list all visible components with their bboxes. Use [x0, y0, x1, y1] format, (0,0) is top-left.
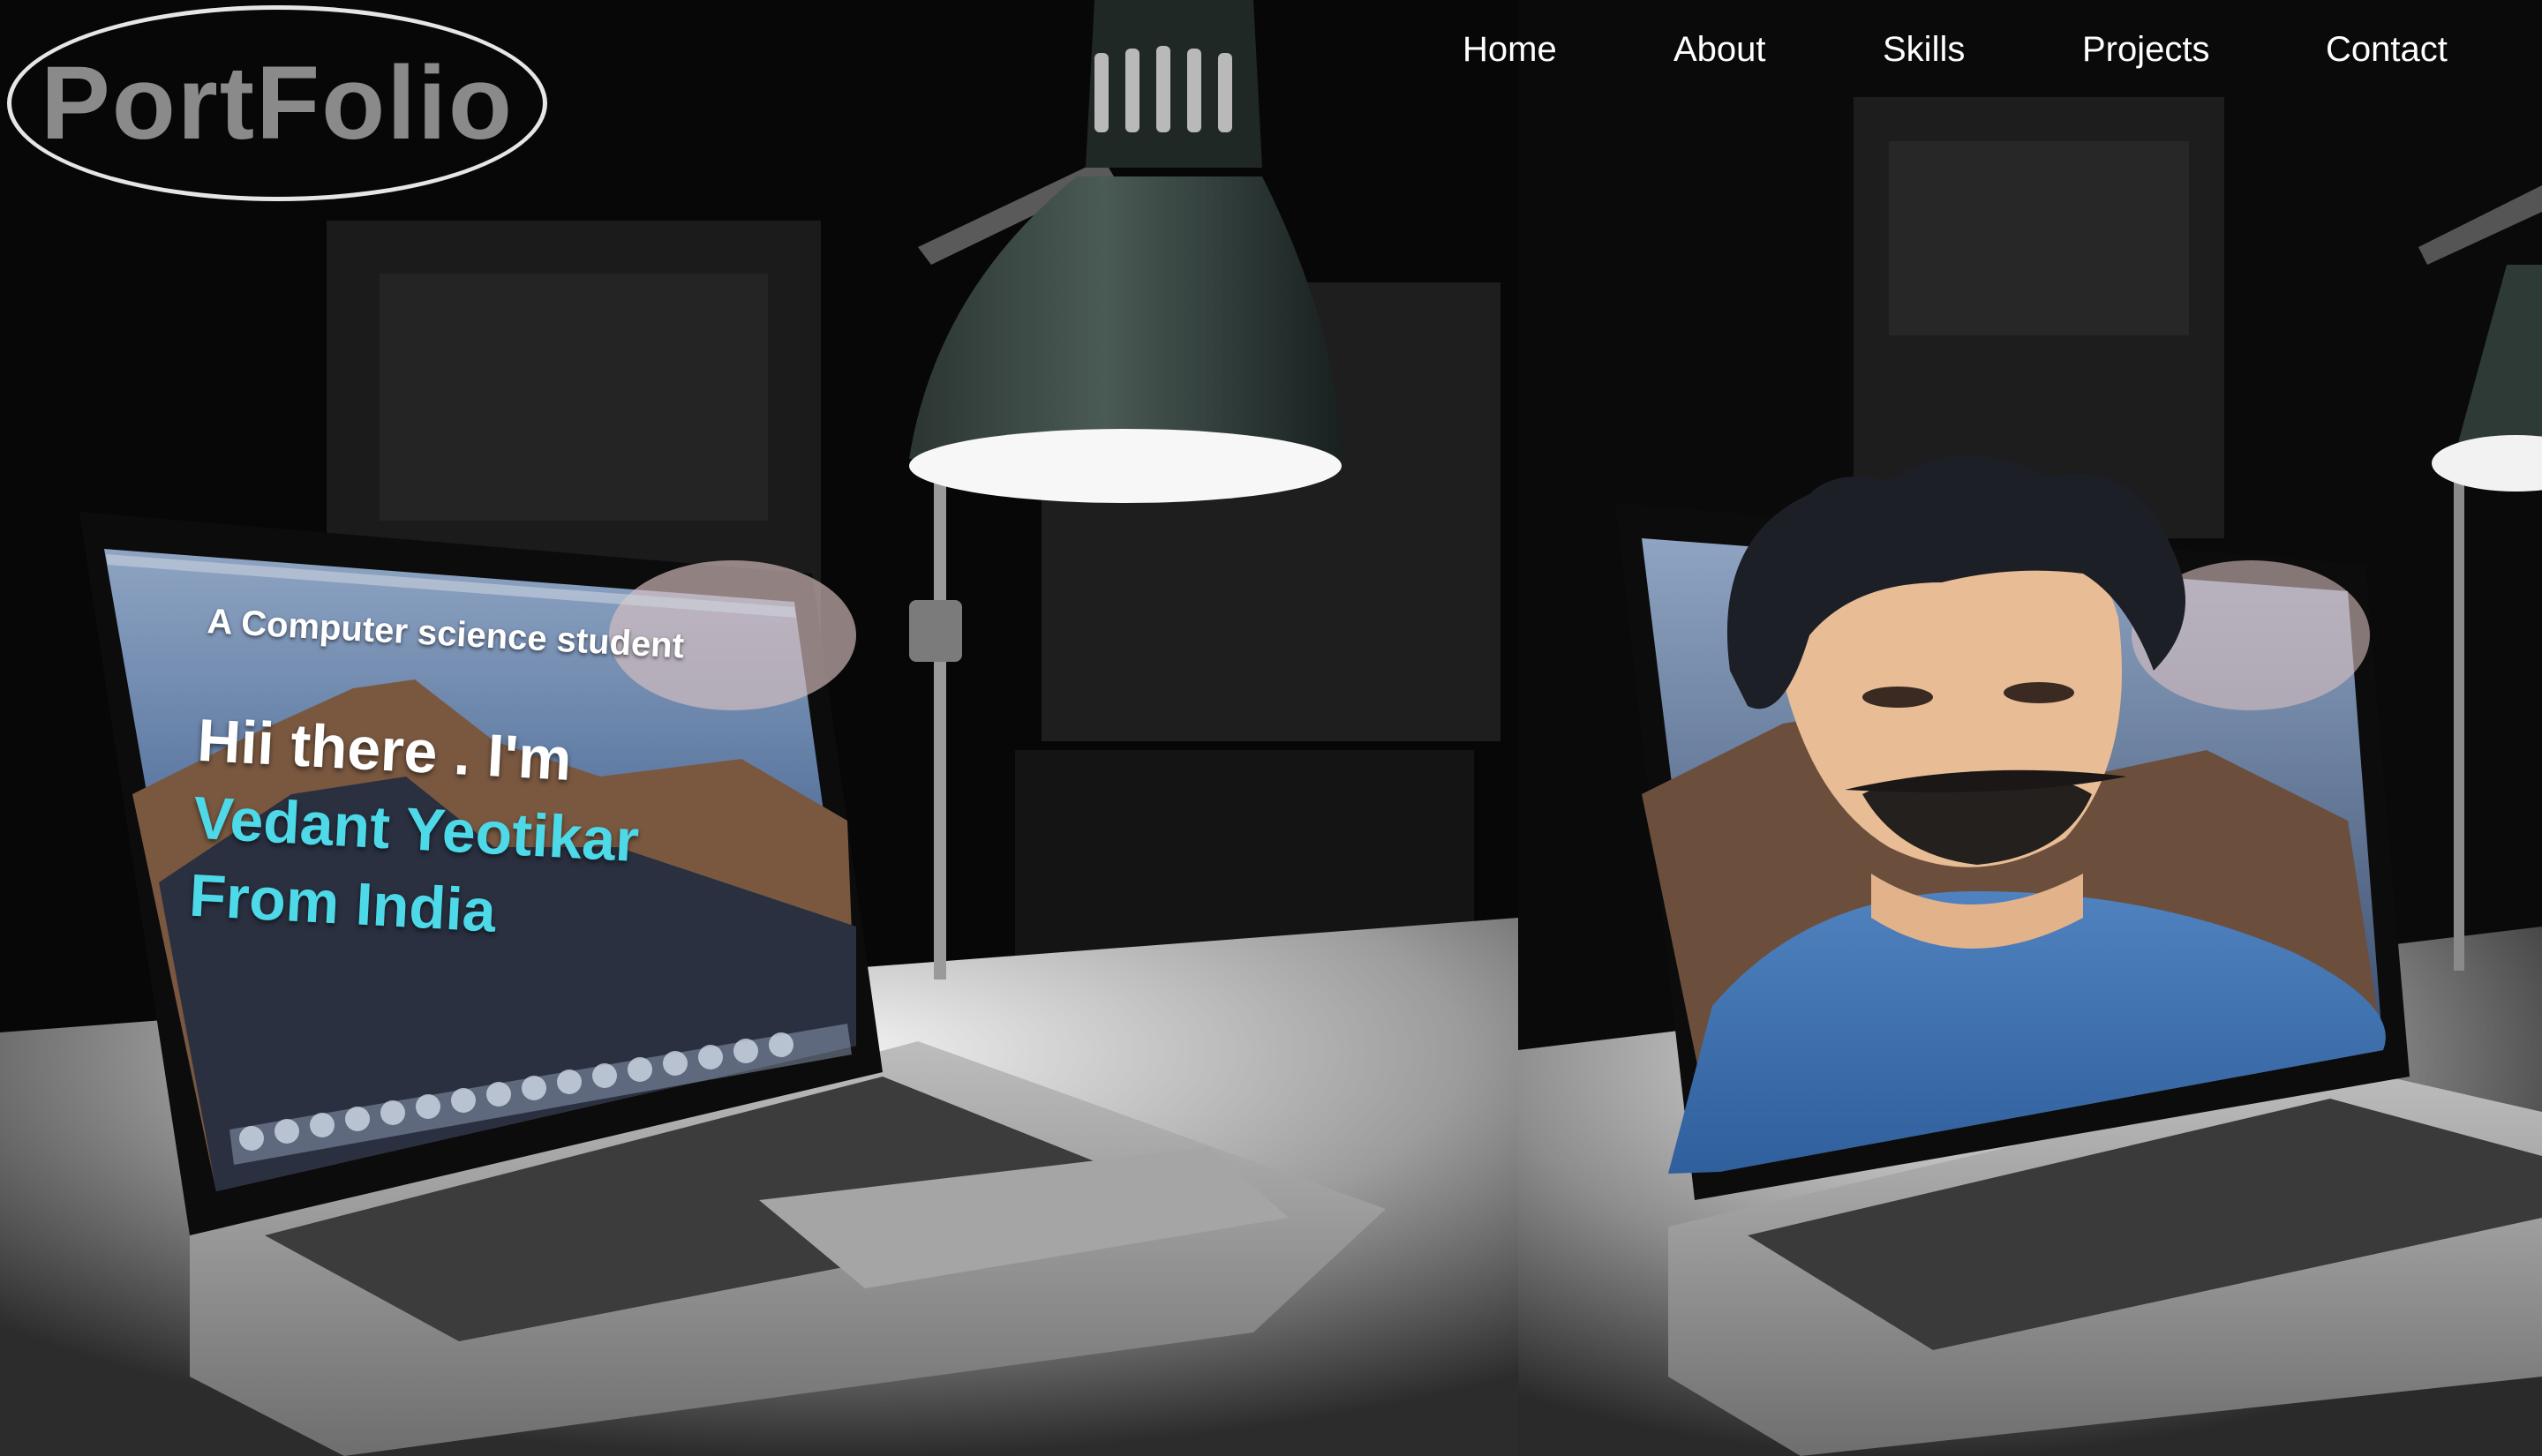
- portfolio-logo[interactable]: PortFolio: [7, 5, 547, 201]
- nav-link-about[interactable]: About: [1673, 30, 1766, 70]
- nav-link-projects[interactable]: Projects: [2082, 30, 2210, 70]
- nav-link-skills[interactable]: Skills: [1883, 30, 1965, 70]
- nav-link-home[interactable]: Home: [1463, 30, 1557, 70]
- desk-scene-right: [1518, 0, 2542, 1456]
- hero-panel-right: [1518, 0, 2542, 1456]
- nav-link-contact[interactable]: Contact: [2326, 30, 2448, 70]
- main-nav: Home About Skills Projects Contact: [1412, 30, 2524, 83]
- hero-text: A Computer science student Hii there . I…: [187, 602, 839, 967]
